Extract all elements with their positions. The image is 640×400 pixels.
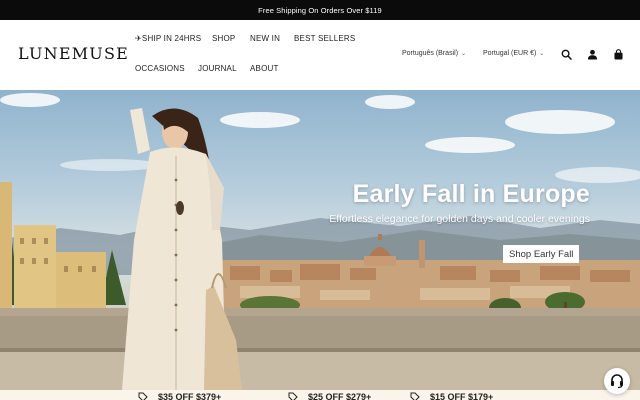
hero-image bbox=[0, 93, 640, 390]
promo-text: $15 OFF $179+ bbox=[430, 392, 494, 400]
region-label: Portugal (EUR €) bbox=[483, 50, 537, 57]
tag-icon bbox=[288, 392, 298, 400]
site-header: LUNEMUSE ✈SHIP IN 24HRS SHOP NEW IN BEST… bbox=[0, 20, 640, 90]
hero-title: Early Fall in Europe bbox=[352, 180, 590, 208]
hero-subtitle: Effortless elegance for golden days and … bbox=[329, 213, 590, 225]
promo-strip: $35 OFF $379+ $25 OFF $279+ $15 OFF $179… bbox=[0, 390, 640, 400]
nav-occasions[interactable]: OCCASIONS bbox=[135, 64, 185, 73]
tag-icon bbox=[138, 392, 148, 400]
search-icon[interactable] bbox=[559, 47, 573, 61]
tag-icon bbox=[410, 392, 420, 400]
brand-logo[interactable]: LUNEMUSE bbox=[18, 44, 129, 63]
cart-icon[interactable] bbox=[611, 47, 625, 61]
announcement-bar: Free Shipping On Orders Over $119 bbox=[0, 0, 640, 20]
promo-item[interactable]: $25 OFF $279+ bbox=[288, 392, 371, 400]
announcement-text: Free Shipping On Orders Over $119 bbox=[258, 5, 382, 15]
shop-early-fall-button[interactable]: Shop Early Fall bbox=[503, 245, 580, 263]
nav-best-sellers[interactable]: BEST SELLERS bbox=[294, 34, 355, 43]
region-selector[interactable]: Portugal (EUR €) ⌄ bbox=[483, 50, 544, 57]
promo-item[interactable]: $15 OFF $179+ bbox=[410, 392, 493, 400]
promo-item[interactable]: $35 OFF $379+ bbox=[138, 392, 221, 400]
promo-text: $25 OFF $279+ bbox=[308, 392, 372, 400]
nav-new-in[interactable]: NEW IN bbox=[250, 34, 280, 43]
hero-banner[interactable]: Early Fall in Europe Effortless elegance… bbox=[0, 90, 640, 390]
support-chat-button[interactable] bbox=[604, 368, 630, 394]
nav-ship-in-24hrs[interactable]: ✈SHIP IN 24HRS bbox=[135, 34, 201, 43]
nav-about[interactable]: ABOUT bbox=[250, 64, 279, 73]
promo-text: $35 OFF $379+ bbox=[158, 392, 222, 400]
nav-journal[interactable]: JOURNAL bbox=[198, 64, 237, 73]
language-selector[interactable]: Português (Brasil) ⌄ bbox=[402, 50, 466, 57]
language-label: Português (Brasil) bbox=[402, 50, 459, 57]
nav-shop[interactable]: SHOP bbox=[212, 34, 235, 43]
chevron-down-icon: ⌄ bbox=[461, 51, 467, 57]
account-icon[interactable] bbox=[585, 47, 599, 61]
chevron-down-icon: ⌄ bbox=[539, 51, 545, 57]
headset-icon bbox=[611, 374, 623, 389]
